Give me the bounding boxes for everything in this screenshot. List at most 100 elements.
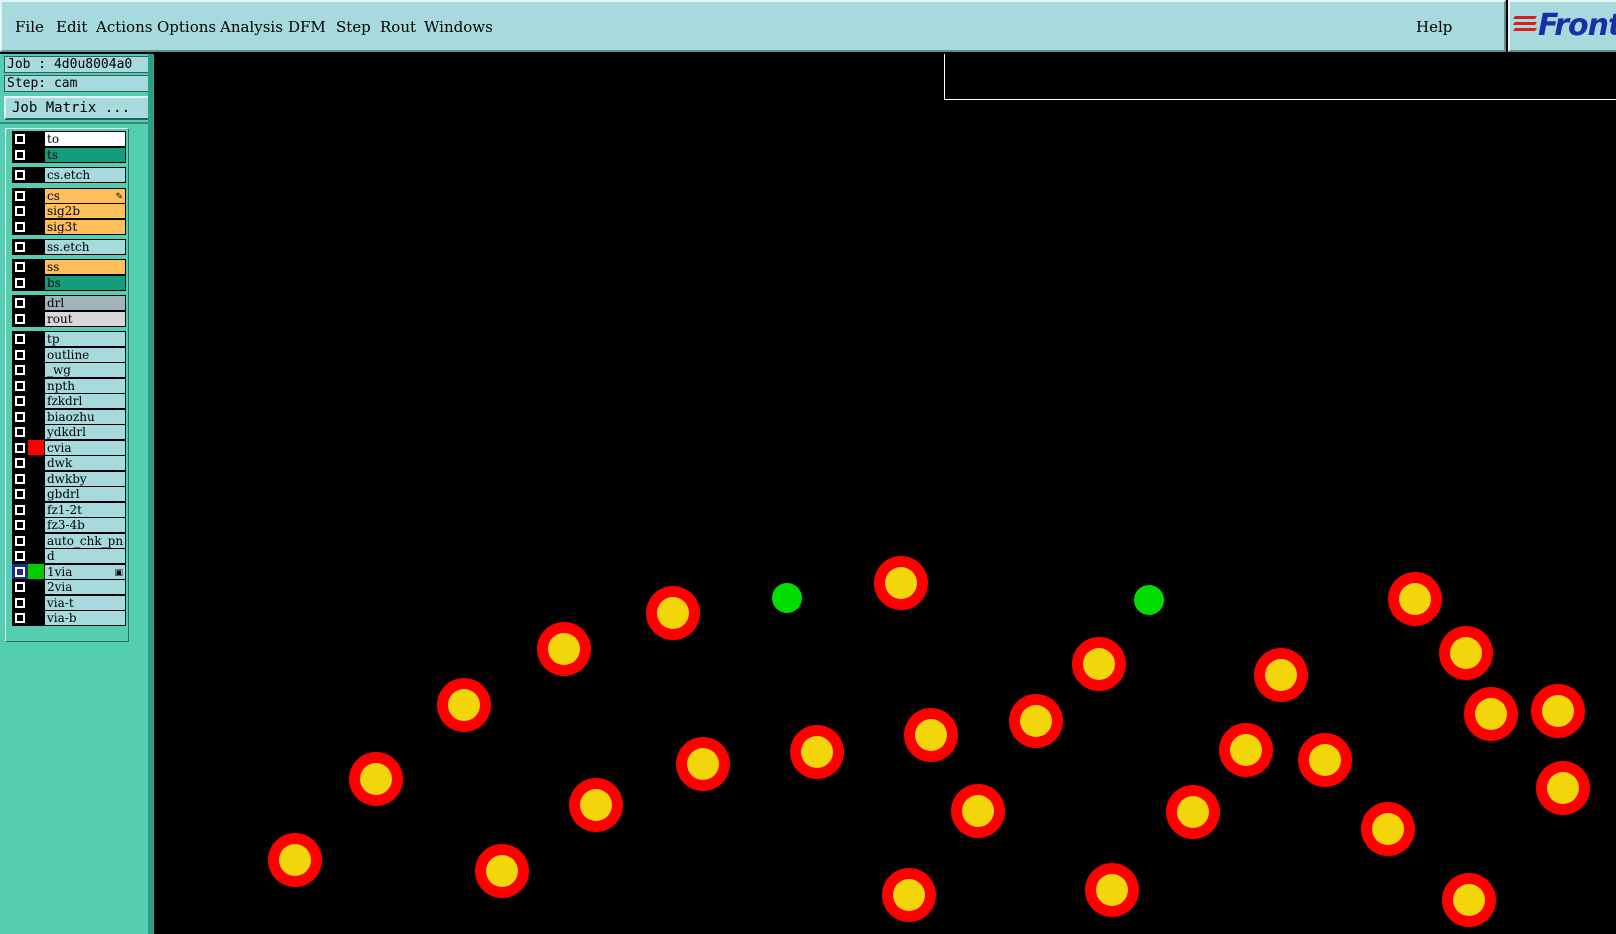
layer-checkbox-icon[interactable]	[12, 239, 28, 255]
layer-row-1via[interactable]: 1via ▣	[12, 564, 130, 580]
layer-row-ydkdrl[interactable]: ydkdrl	[12, 424, 130, 440]
layer-row-sig3t[interactable]: sig3t	[12, 219, 130, 235]
graphic-canvas[interactable]	[154, 54, 1616, 934]
layer-name[interactable]: cs ✎	[44, 188, 126, 204]
layer-checkbox-icon[interactable]	[12, 203, 28, 219]
menu-options[interactable]: Options	[157, 18, 216, 36]
layer-name[interactable]: ts	[44, 147, 126, 163]
layer-affected-indicator[interactable]	[28, 393, 44, 409]
layer-checkbox-icon[interactable]	[12, 188, 28, 204]
layer-checkbox-icon[interactable]	[12, 347, 28, 363]
menu-step[interactable]: Step	[336, 18, 371, 36]
layer-checkbox-icon[interactable]	[12, 295, 28, 311]
layer-affected-indicator[interactable]	[28, 331, 44, 347]
menu-windows[interactable]: Windows	[424, 18, 493, 36]
layer-row-gbdrl[interactable]: gbdrl	[12, 486, 130, 502]
layer-checkbox-icon[interactable]	[12, 517, 28, 533]
layer-checkbox-icon[interactable]	[12, 167, 28, 183]
layer-checkbox-icon[interactable]	[12, 610, 28, 626]
layer-name[interactable]: 1via ▣	[44, 564, 126, 580]
layer-row-drl[interactable]: drl	[12, 295, 130, 311]
layer-name[interactable]: biaozhu	[44, 409, 126, 425]
layer-row-fz1-2t[interactable]: fz1-2t	[12, 502, 130, 518]
layer-name[interactable]: sig2b	[44, 203, 126, 219]
menu-dfm[interactable]: DFM	[288, 18, 326, 36]
layer-row-sig2b[interactable]: sig2b	[12, 203, 130, 219]
layer-affected-indicator[interactable]	[28, 295, 44, 311]
layer-affected-indicator[interactable]	[28, 579, 44, 595]
layer-checkbox-icon[interactable]	[12, 393, 28, 409]
layer-name[interactable]: dwk	[44, 455, 126, 471]
layer-checkbox-icon[interactable]	[12, 131, 28, 147]
layer-affected-indicator[interactable]	[28, 610, 44, 626]
layer-name[interactable]: gbdrl	[44, 486, 126, 502]
layer-row-to[interactable]: to	[12, 131, 130, 147]
menu-rout[interactable]: Rout	[380, 18, 416, 36]
layer-affected-indicator[interactable]	[28, 533, 44, 549]
layer-affected-indicator[interactable]	[28, 409, 44, 425]
layer-checkbox-icon[interactable]	[12, 564, 28, 580]
layer-checkbox-icon[interactable]	[12, 502, 28, 518]
layer-affected-indicator[interactable]	[28, 219, 44, 235]
layer-row-d[interactable]: d	[12, 548, 130, 564]
layer-checkbox-icon[interactable]	[12, 548, 28, 564]
layer-affected-indicator[interactable]	[28, 424, 44, 440]
layer-row-dwk[interactable]: dwk	[12, 455, 130, 471]
layer-affected-indicator[interactable]	[28, 239, 44, 255]
layer-checkbox-icon[interactable]	[12, 579, 28, 595]
layer-row-cs.etch[interactable]: cs.etch	[12, 167, 130, 183]
layer-name[interactable]: ss	[44, 259, 126, 275]
layer-affected-indicator[interactable]	[28, 188, 44, 204]
layer-name[interactable]: _wg	[44, 362, 126, 378]
layer-name[interactable]: d	[44, 548, 126, 564]
layer-affected-indicator[interactable]	[28, 548, 44, 564]
layer-checkbox-icon[interactable]	[12, 311, 28, 327]
layer-row-fzkdrl[interactable]: fzkdrl	[12, 393, 130, 409]
layer-affected-indicator[interactable]	[28, 203, 44, 219]
layer-name[interactable]: via-b	[44, 610, 126, 626]
menu-help[interactable]: Help	[1416, 18, 1452, 36]
layer-checkbox-icon[interactable]	[12, 486, 28, 502]
layer-affected-indicator[interactable]	[28, 502, 44, 518]
layer-affected-indicator[interactable]	[28, 455, 44, 471]
layer-name[interactable]: ydkdrl	[44, 424, 126, 440]
layer-affected-indicator[interactable]	[28, 147, 44, 163]
layer-affected-indicator[interactable]	[28, 311, 44, 327]
layer-name[interactable]: cs.etch	[44, 167, 126, 183]
layer-affected-indicator[interactable]	[28, 378, 44, 394]
layer-checkbox-icon[interactable]	[12, 378, 28, 394]
layer-row-via-t[interactable]: via-t	[12, 595, 130, 611]
layer-row-ss[interactable]: ss	[12, 259, 130, 275]
menu-file[interactable]: File	[15, 18, 44, 36]
layer-name[interactable]: via-t	[44, 595, 126, 611]
layer-row-npth[interactable]: npth	[12, 378, 130, 394]
layer-name[interactable]: fz1-2t	[44, 502, 126, 518]
layer-checkbox-icon[interactable]	[12, 440, 28, 456]
layer-affected-indicator[interactable]	[28, 362, 44, 378]
menu-actions[interactable]: Actions	[96, 18, 152, 36]
layer-checkbox-icon[interactable]	[12, 424, 28, 440]
layer-row-dwkby[interactable]: dwkby	[12, 471, 130, 487]
layer-checkbox-icon[interactable]	[12, 455, 28, 471]
menu-edit[interactable]: Edit	[56, 18, 87, 36]
layer-row-fz3-4b[interactable]: fz3-4b	[12, 517, 130, 533]
layer-checkbox-icon[interactable]	[12, 147, 28, 163]
layer-row-2via[interactable]: 2via	[12, 579, 130, 595]
layer-name[interactable]: outline	[44, 347, 126, 363]
layer-affected-indicator[interactable]	[28, 471, 44, 487]
layer-affected-indicator[interactable]	[28, 564, 44, 580]
layer-row-ss.etch[interactable]: ss.etch	[12, 239, 130, 255]
layer-name[interactable]: fzkdrl	[44, 393, 126, 409]
layer-row-biaozhu[interactable]: biaozhu	[12, 409, 130, 425]
layer-affected-indicator[interactable]	[28, 259, 44, 275]
layer-name[interactable]: npth	[44, 378, 126, 394]
layer-row-cs[interactable]: cs ✎	[12, 188, 130, 204]
layer-checkbox-icon[interactable]	[12, 275, 28, 291]
layer-checkbox-icon[interactable]	[12, 331, 28, 347]
menu-analysis[interactable]: Analysis	[220, 18, 283, 36]
layer-checkbox-icon[interactable]	[12, 362, 28, 378]
layer-name[interactable]: auto_chk_pn	[44, 533, 126, 549]
layer-name[interactable]: drl	[44, 295, 126, 311]
layer-affected-indicator[interactable]	[28, 131, 44, 147]
layer-name[interactable]: fz3-4b	[44, 517, 126, 533]
